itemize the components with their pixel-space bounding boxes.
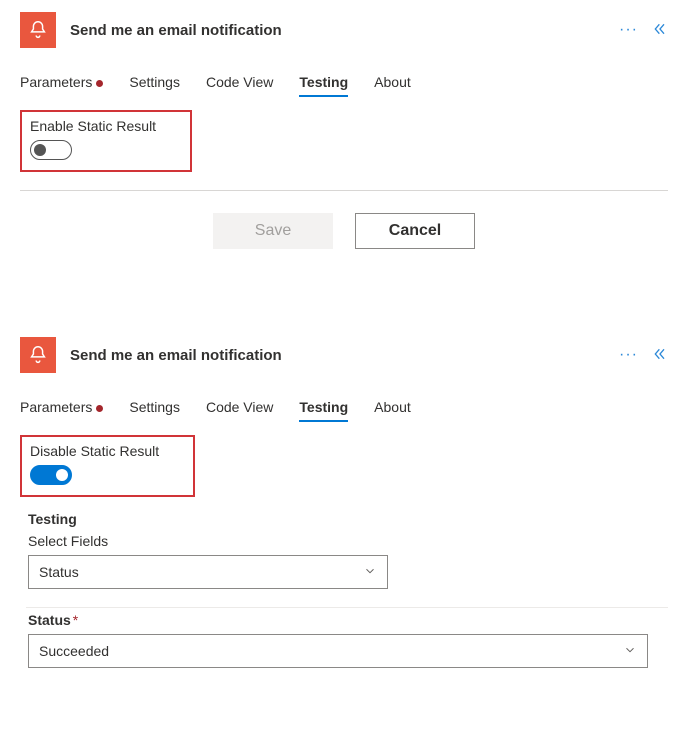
tab-about[interactable]: About bbox=[374, 399, 411, 421]
card-header: Send me an email notification ··· bbox=[0, 325, 688, 381]
collapse-icon[interactable] bbox=[652, 346, 668, 365]
bell-icon bbox=[20, 12, 56, 48]
header-actions: ··· bbox=[619, 346, 668, 365]
collapse-icon[interactable] bbox=[652, 21, 668, 40]
static-result-toggle[interactable] bbox=[30, 140, 72, 160]
more-icon[interactable]: ··· bbox=[619, 346, 638, 364]
static-result-toggle[interactable] bbox=[30, 465, 72, 485]
indicator-dot-icon bbox=[96, 80, 103, 87]
card-title: Send me an email notification bbox=[70, 22, 619, 39]
indicator-dot-icon bbox=[96, 405, 103, 412]
card-title: Send me an email notification bbox=[70, 347, 619, 364]
header-actions: ··· bbox=[619, 21, 668, 40]
highlight-box: Disable Static Result bbox=[20, 435, 195, 497]
tab-parameters[interactable]: Parameters bbox=[20, 399, 103, 421]
tab-settings[interactable]: Settings bbox=[129, 74, 180, 96]
select-fields-label: Select Fields bbox=[0, 529, 688, 555]
select-fields-value: Status bbox=[39, 564, 79, 580]
tab-parameters[interactable]: Parameters bbox=[20, 74, 103, 96]
status-value: Succeeded bbox=[39, 643, 109, 659]
testing-heading: Testing bbox=[0, 497, 688, 529]
card-header: Send me an email notification ··· bbox=[0, 0, 688, 56]
tab-code-view[interactable]: Code View bbox=[206, 74, 273, 96]
toggle-label: Disable Static Result bbox=[30, 443, 159, 459]
tab-code-view[interactable]: Code View bbox=[206, 399, 273, 421]
status-dropdown[interactable]: Succeeded bbox=[28, 634, 648, 668]
tab-about[interactable]: About bbox=[374, 74, 411, 96]
tab-settings[interactable]: Settings bbox=[129, 399, 180, 421]
button-row: Save Cancel bbox=[0, 191, 688, 259]
tab-testing[interactable]: Testing bbox=[299, 74, 348, 96]
bell-icon bbox=[20, 337, 56, 373]
designer-card-off: Send me an email notification ··· Parame… bbox=[0, 0, 688, 279]
chevron-down-icon bbox=[623, 643, 637, 660]
status-label: Status* bbox=[0, 608, 688, 634]
cancel-button[interactable]: Cancel bbox=[355, 213, 475, 249]
select-fields-dropdown[interactable]: Status bbox=[28, 555, 388, 589]
tabs: Parameters Settings Code View Testing About bbox=[0, 381, 688, 421]
more-icon[interactable]: ··· bbox=[619, 21, 638, 39]
chevron-down-icon bbox=[363, 564, 377, 581]
tab-testing[interactable]: Testing bbox=[299, 399, 348, 421]
toggle-label: Enable Static Result bbox=[30, 118, 156, 134]
save-button: Save bbox=[213, 213, 333, 249]
highlight-box: Enable Static Result bbox=[20, 110, 192, 172]
designer-card-on: Send me an email notification ··· Parame… bbox=[0, 325, 688, 688]
tabs: Parameters Settings Code View Testing About bbox=[0, 56, 688, 96]
